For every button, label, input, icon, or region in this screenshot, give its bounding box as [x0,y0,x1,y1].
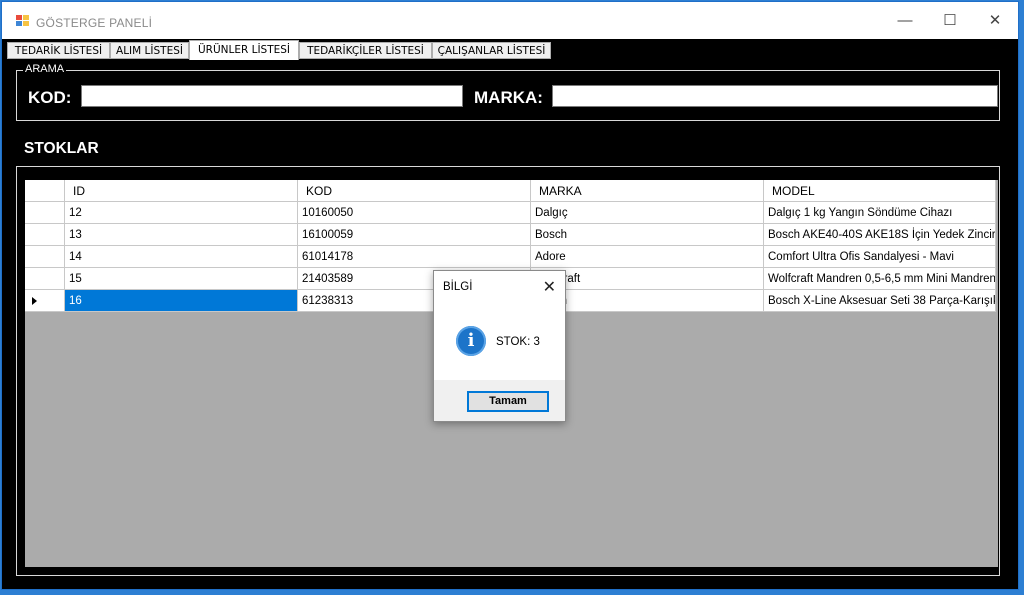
table-row[interactable]: 12 10160050 Dalgıç Dalgıç 1 kg Yangın Sö… [25,202,998,224]
table-row[interactable]: 14 61014178 Adore Comfort Ultra Ofis San… [25,246,998,268]
marka-input[interactable] [552,85,998,107]
current-row-arrow-icon [32,297,37,305]
minimize-button[interactable]: — [882,2,928,39]
cell-id[interactable]: 15 [65,268,298,290]
tab-tedarikciler-listesi[interactable]: TEDARİKÇİLER LİSTESİ [299,42,432,59]
tab-tedarik-listesi[interactable]: TEDARİK LİSTESİ [7,42,110,59]
column-header-id[interactable]: ID [65,180,298,202]
cell-id[interactable]: 12 [65,202,298,224]
maximize-button[interactable]: ☐ [927,2,973,39]
dialog-message: STOK: 3 [496,336,540,348]
cell-model[interactable]: Bosch X-Line Aksesuar Seti 38 Parça-Karı… [764,290,996,312]
tab-calisanlar-listesi[interactable]: ÇALIŞANLAR LİSTESİ [432,42,551,59]
table-row[interactable]: 13 16100059 Bosch Bosch AKE40-40S AKE18S… [25,224,998,246]
column-header-marka[interactable]: MARKA [531,180,764,202]
dialog-close-icon[interactable]: ✕ [543,277,556,297]
kod-label: KOD: [28,88,72,107]
search-group-label: ARAMA [23,63,67,75]
title-bar: GÖSTERGE PANELİ — ☐ ✕ [2,2,1018,39]
cell-kod[interactable]: 10160050 [298,202,531,224]
ok-button[interactable]: Tamam [467,391,549,412]
cell-model[interactable]: Wolfcraft Mandren 0,5-6,5 mm Mini Mandre… [764,268,996,290]
cell-kod[interactable]: 61014178 [298,246,531,268]
row-header[interactable] [25,246,65,268]
cell-marka[interactable]: Bosch [531,224,764,246]
row-header-corner [25,180,65,202]
cell-id[interactable]: 14 [65,246,298,268]
tab-strip: TEDARİK LİSTESİ ALIM LİSTESİ ÜRÜNLER LİS… [2,39,1018,60]
info-icon: i [456,326,486,356]
cell-model[interactable]: Comfort Ultra Ofis Sandalyesi - Mavi [764,246,996,268]
window-title: GÖSTERGE PANELİ [36,16,153,30]
tab-alim-listesi[interactable]: ALIM LİSTESİ [110,42,189,59]
dialog-title: BİLGİ [443,281,473,293]
cell-id[interactable]: 13 [65,224,298,246]
column-header-kod[interactable]: KOD [298,180,531,202]
stoklar-title: STOKLAR [24,140,99,157]
row-header[interactable] [25,268,65,290]
cell-id-selected[interactable]: 16 [65,290,298,312]
cell-marka[interactable]: Adore [531,246,764,268]
cell-model[interactable]: Dalgıç 1 kg Yangın Söndüme Cihazı [764,202,996,224]
kod-input[interactable] [81,85,463,107]
marka-label: MARKA: [474,88,543,107]
cell-model[interactable]: Bosch AKE40-40S AKE18S İçin Yedek Zincir [764,224,996,246]
close-button[interactable]: ✕ [972,2,1018,39]
info-dialog: BİLGİ ✕ i STOK: 3 Tamam [433,270,566,422]
column-header-model[interactable]: MODEL [764,180,996,202]
dialog-footer: Tamam [434,380,565,421]
app-icon [16,15,30,27]
row-header[interactable] [25,224,65,246]
cell-marka[interactable]: Dalgıç [531,202,764,224]
tab-urunler-listesi[interactable]: ÜRÜNLER LİSTESİ [189,40,299,60]
cell-kod[interactable]: 16100059 [298,224,531,246]
row-header-current[interactable] [25,290,65,312]
grid-header: ID KOD MARKA MODEL [25,180,998,202]
row-header[interactable] [25,202,65,224]
